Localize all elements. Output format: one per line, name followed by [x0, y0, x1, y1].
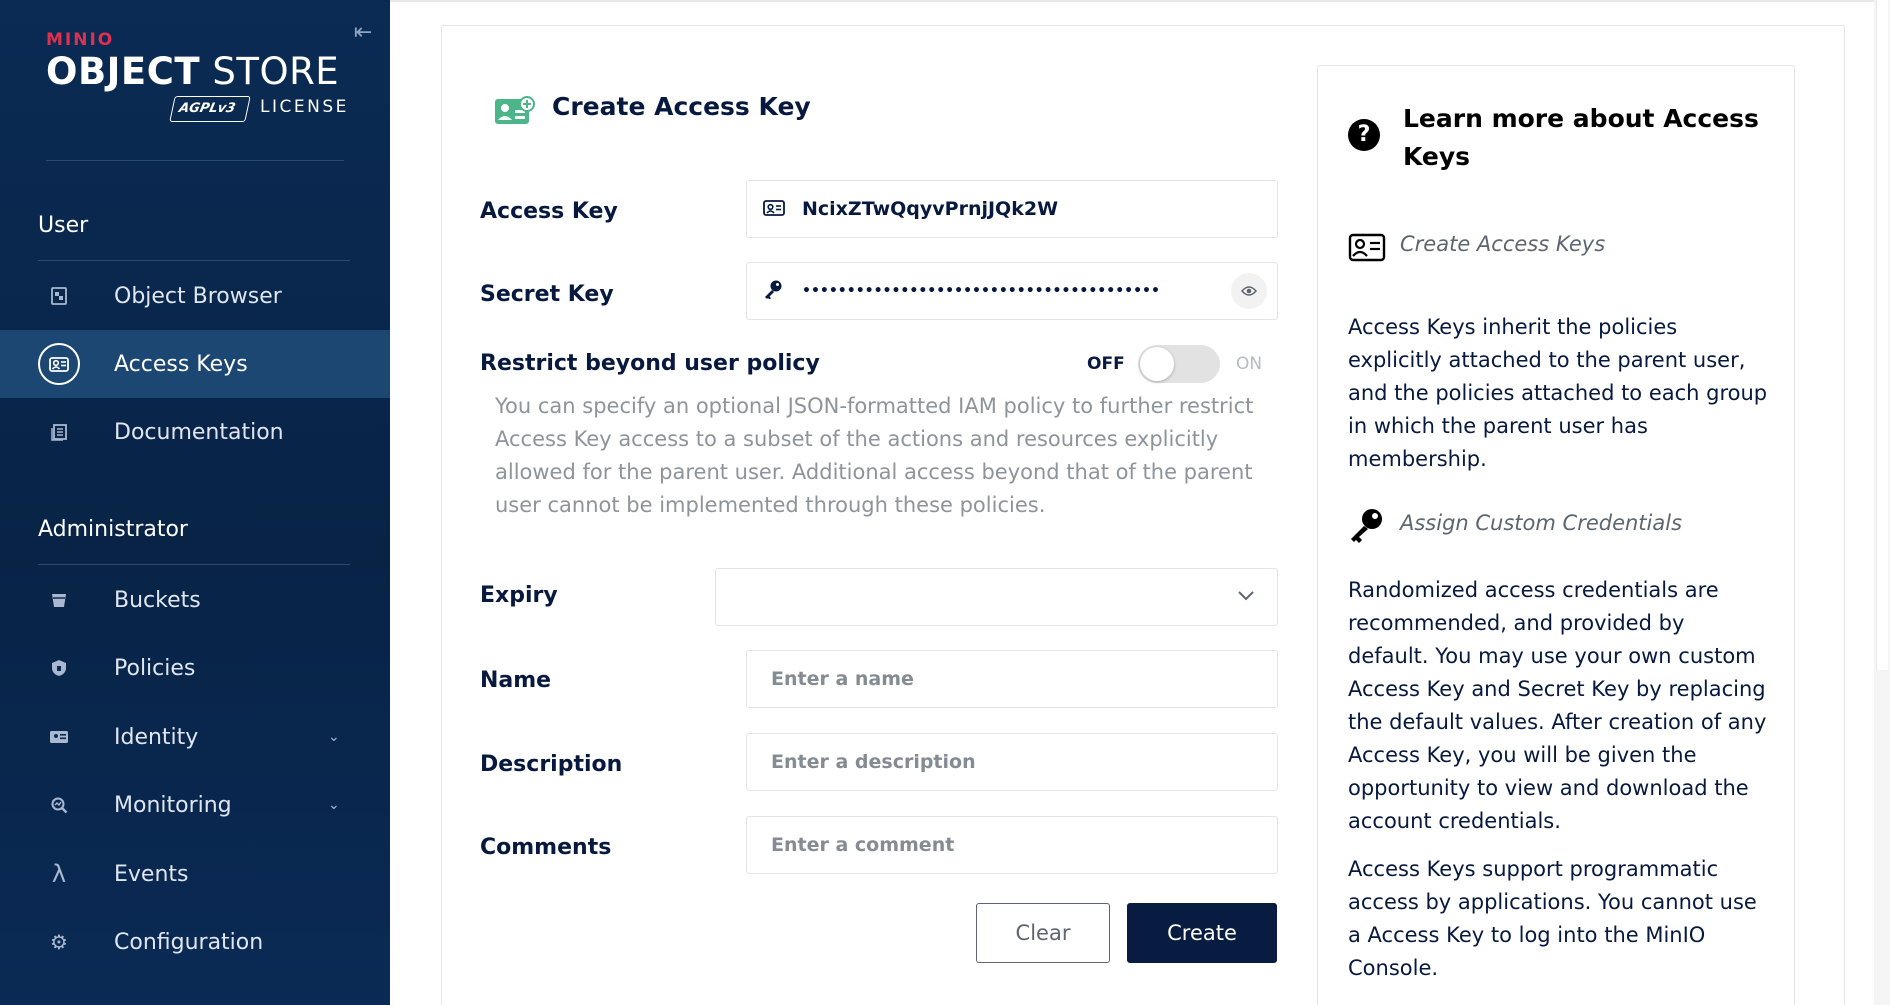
chevron-down-icon: [1237, 585, 1255, 606]
question-mark-icon: ?: [1348, 119, 1380, 151]
chevron-down-icon[interactable]: ⌄: [328, 797, 340, 813]
collapse-sidebar-button[interactable]: ⇤: [350, 20, 376, 46]
sidebar-item-configuration[interactable]: ⚙ Configuration: [0, 908, 390, 976]
object-browser-icon: [38, 275, 80, 317]
app-root: MINIO OBJECT STORE AGPLv3 LICENSE ⇤ User…: [0, 0, 1890, 1005]
help-paragraph-create: Access Keys inherit the policies explici…: [1348, 315, 1768, 471]
expiry-label: Expiry: [480, 583, 558, 608]
sidebar-item-label: Monitoring: [114, 792, 232, 818]
restrict-policy-label: Restrict beyond user policy: [480, 351, 820, 376]
lambda-icon: λ: [51, 860, 67, 888]
comments-field[interactable]: [746, 816, 1278, 874]
id-card-icon: [763, 197, 785, 221]
chevron-down-icon[interactable]: ⌄: [328, 729, 340, 745]
sidebar-item-documentation[interactable]: Documentation: [0, 398, 390, 466]
access-key-value: NcixZTwQqyvPrnjJQk2W: [802, 198, 1059, 220]
secret-key-masked-value: ••••••••••••••••••••••••••••••••••••••••: [802, 283, 1160, 299]
sidebar-item-label: Object Browser: [114, 283, 282, 309]
eye-icon: [1241, 286, 1257, 296]
identity-icon: [38, 716, 80, 758]
documentation-icon: [38, 411, 80, 453]
agpl-badge: AGPLv3: [169, 96, 251, 122]
sidebar-item-identity[interactable]: Identity ⌄: [0, 703, 390, 771]
sidebar-item-label: Configuration: [114, 929, 264, 955]
policy-icon: [38, 647, 80, 689]
brand-product: MINIO: [46, 30, 115, 50]
sidebar-item-label: Events: [114, 861, 189, 887]
name-label: Name: [480, 668, 552, 693]
show-secret-button[interactable]: [1231, 273, 1267, 309]
toggle-on-label: ON: [1236, 354, 1263, 374]
comments-input[interactable]: [747, 817, 1277, 873]
access-keys-icon: [38, 343, 80, 385]
collapse-left-icon: ⇤: [353, 20, 373, 45]
sidebar-item-label: Documentation: [114, 419, 284, 445]
access-key-label: Access Key: [480, 199, 618, 224]
add-access-key-icon: [495, 96, 535, 124]
help-paragraph-programmatic: Access Keys support programmatic access …: [1348, 857, 1757, 980]
section-divider: [38, 564, 350, 565]
description-input[interactable]: [747, 734, 1277, 790]
name-input[interactable]: [747, 651, 1277, 707]
section-divider: [38, 260, 350, 261]
secret-key-field[interactable]: ••••••••••••••••••••••••••••••••••••••••: [746, 262, 1278, 320]
restrict-policy-help: You can specify an optional JSON-formatt…: [495, 394, 1254, 517]
sidebar-item-object-browser[interactable]: Object Browser: [0, 262, 390, 330]
sidebar-divider: [46, 160, 344, 161]
toggle-off-label: OFF: [1087, 354, 1125, 374]
comments-label: Comments: [480, 835, 612, 860]
gear-icon: ⚙: [50, 930, 68, 954]
sidebar: MINIO OBJECT STORE AGPLv3 LICENSE ⇤ User…: [0, 0, 390, 1005]
key-icon: [1348, 506, 1386, 550]
sidebar-item-label: Access Keys: [114, 351, 248, 377]
description-field[interactable]: [746, 733, 1278, 791]
sidebar-item-policies[interactable]: Policies: [0, 634, 390, 702]
section-title-user: User: [38, 213, 89, 238]
help-heading-create: Create Access Keys: [1400, 232, 1606, 256]
sidebar-item-buckets[interactable]: Buckets: [0, 566, 390, 634]
monitoring-icon: [38, 784, 80, 826]
scrollbar-thumb[interactable]: [1876, 0, 1888, 670]
bucket-icon: [38, 579, 80, 621]
sidebar-item-monitoring[interactable]: Monitoring ⌄: [0, 771, 390, 839]
key-icon: [763, 279, 783, 304]
brand-title: OBJECT STORE: [46, 50, 340, 93]
help-paragraph-custom: Randomized access credentials are recomm…: [1348, 578, 1767, 833]
sidebar-item-access-keys[interactable]: Access Keys: [0, 330, 390, 398]
sidebar-item-events[interactable]: λ Events: [0, 840, 390, 908]
help-heading-custom: Assign Custom Credentials: [1400, 511, 1683, 535]
license-label: LICENSE: [260, 97, 349, 117]
help-title: Learn more about Access Keys: [1403, 104, 1759, 171]
section-title-administrator: Administrator: [38, 517, 188, 542]
description-label: Description: [480, 752, 623, 777]
toggle-knob[interactable]: [1140, 347, 1174, 381]
id-card-icon: [1348, 230, 1386, 268]
secret-key-label: Secret Key: [480, 282, 614, 307]
clear-button[interactable]: Clear: [976, 903, 1110, 963]
top-border: [390, 0, 1890, 2]
access-key-field[interactable]: NcixZTwQqyvPrnjJQk2W: [746, 180, 1278, 238]
sidebar-item-label: Identity: [114, 724, 199, 750]
sidebar-item-label: Policies: [114, 655, 196, 681]
create-button[interactable]: Create: [1127, 903, 1277, 963]
page-title: Create Access Key: [552, 92, 811, 121]
name-field[interactable]: [746, 650, 1278, 708]
expiry-select[interactable]: [715, 568, 1278, 626]
sidebar-item-label: Buckets: [114, 587, 201, 613]
minio-logo: MINIO OBJECT STORE AGPLv3 LICENSE: [46, 28, 356, 128]
